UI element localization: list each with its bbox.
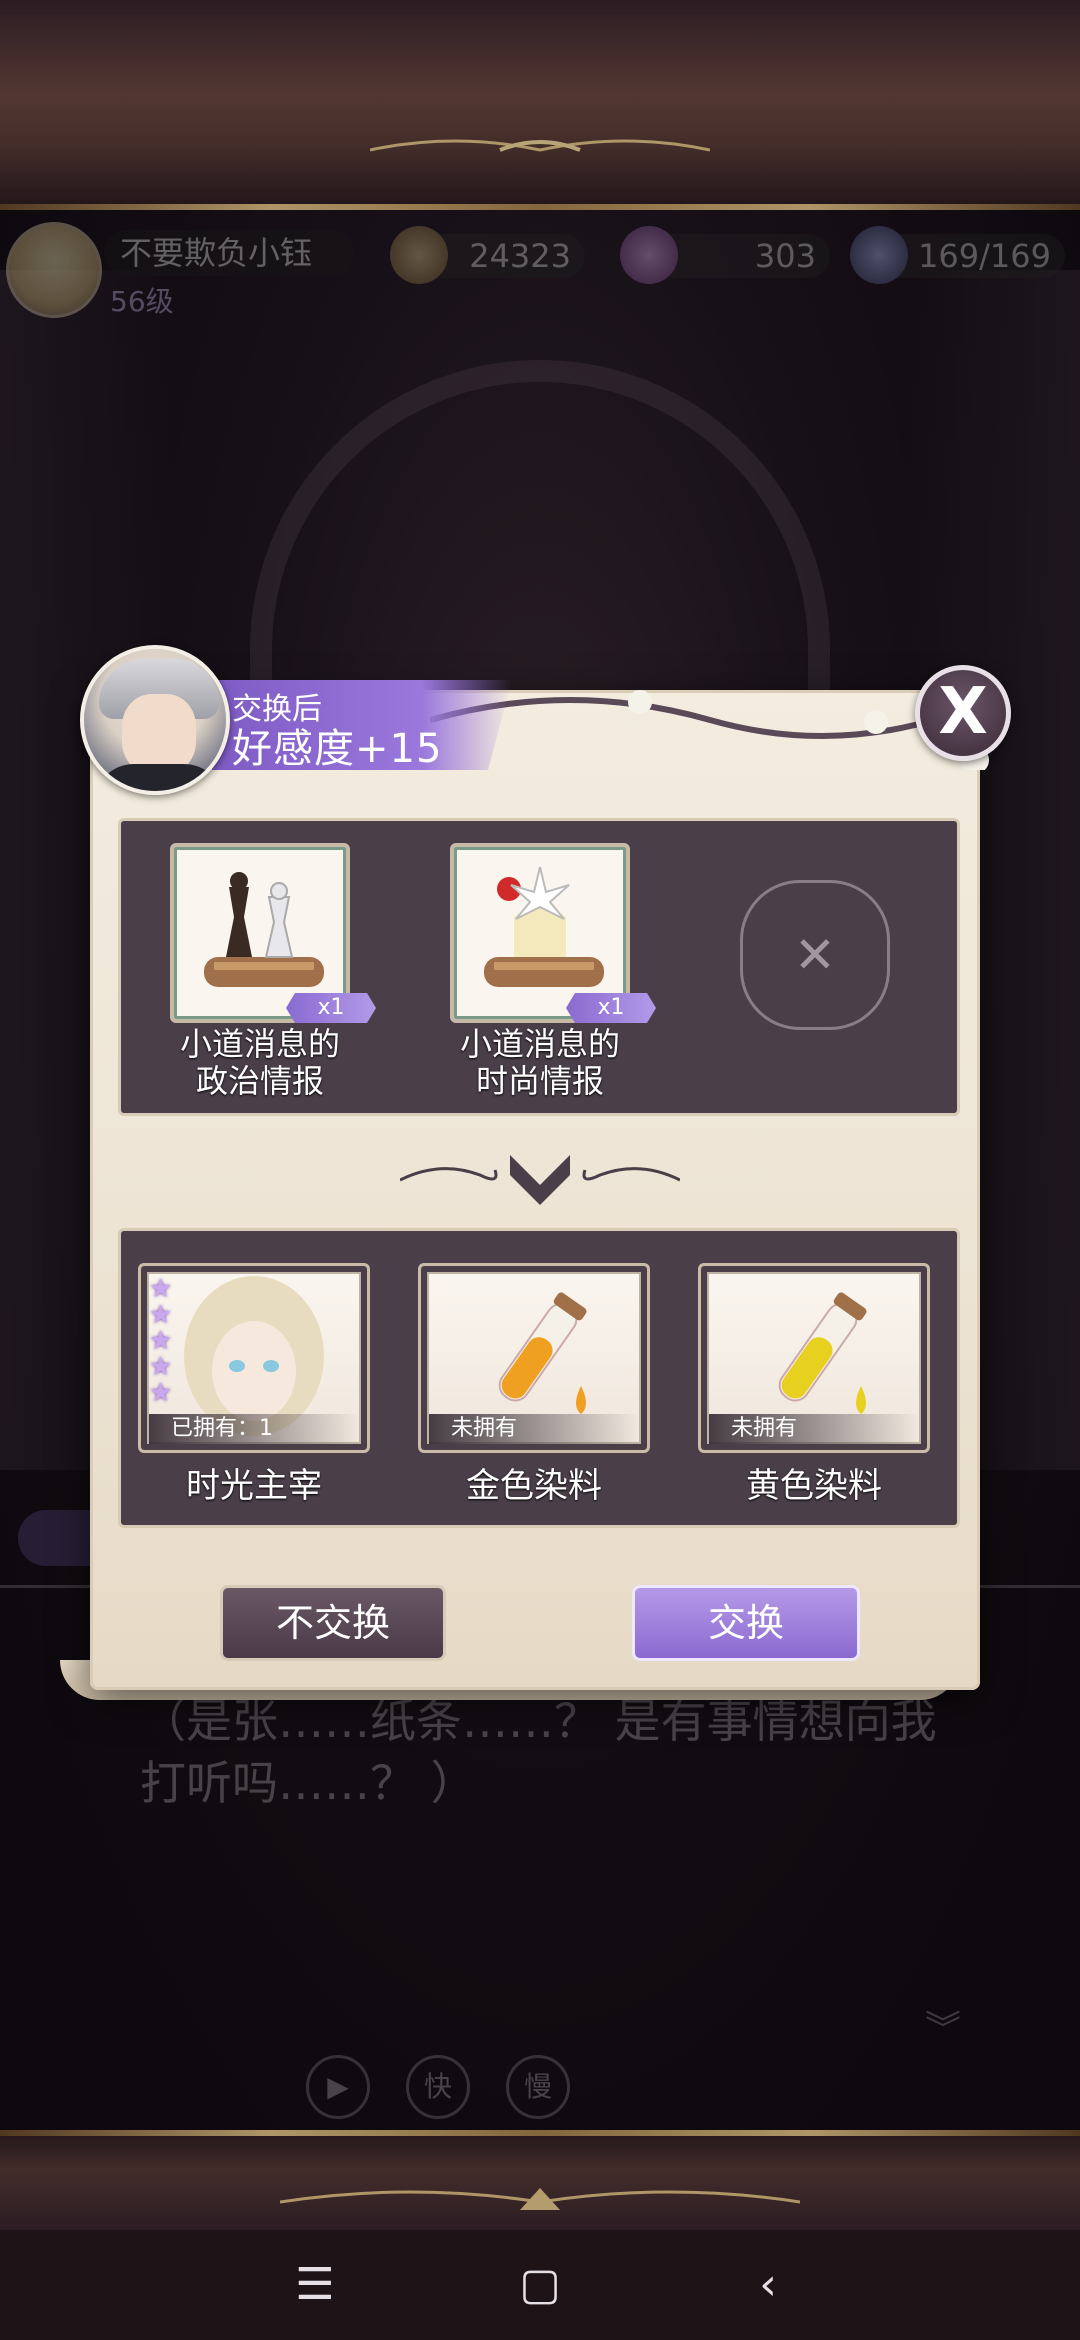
quantity-badge: x1 [286,993,376,1023]
vine-decoration-icon [430,690,990,770]
home-icon[interactable]: ▢ [510,2255,570,2315]
ownership-status: 未拥有 [709,1414,919,1444]
star-icon: ★ [149,1378,173,1408]
portrait-suit [94,764,224,791]
portrait-face [122,694,196,774]
reward-card-time-master[interactable]: ★ ★ ★ ★ ★ 已拥有：1 [138,1263,370,1453]
item-name: 小道消息的 时尚情报 [459,1025,620,1100]
exchange-button[interactable]: 交换 [632,1585,860,1661]
star-icon: ★ [149,1352,173,1382]
ownership-status: 已拥有：1 [149,1414,359,1444]
back-icon[interactable]: ‹ [738,2255,798,2315]
reward-card-gold-dye[interactable]: 未拥有 [418,1263,650,1453]
decline-button[interactable]: 不交换 [220,1585,446,1661]
item-frame: x1 [450,843,656,1023]
reward-name: 黄色染料 [746,1466,882,1506]
star-icon: ★ [149,1300,173,1330]
npc-portrait [80,645,230,795]
empty-slot-icon: ✕ [740,880,890,1030]
star-icon: ★ [149,1274,173,1304]
star-icon: ★ [149,1326,173,1356]
item-name: 小道消息的 政治情报 [179,1025,340,1100]
down-arrow-divider-icon [400,1155,680,1205]
affection-bonus: 好感度+15 [232,726,443,772]
system-nav-bar: ☰ ▢ ‹ [0,2230,1080,2340]
reward-name: 金色染料 [466,1466,602,1506]
close-button[interactable]: X [915,665,1011,761]
reward-name: 时光主宰 [186,1466,322,1506]
star-rating: ★ ★ ★ ★ ★ [149,1276,175,1406]
menu-icon[interactable]: ☰ [285,2255,345,2315]
reward-card-yellow-dye[interactable]: 未拥有 [698,1263,930,1453]
item-frame: x1 [170,843,376,1023]
ownership-status: 未拥有 [429,1414,639,1444]
quantity-badge: x1 [566,993,656,1023]
